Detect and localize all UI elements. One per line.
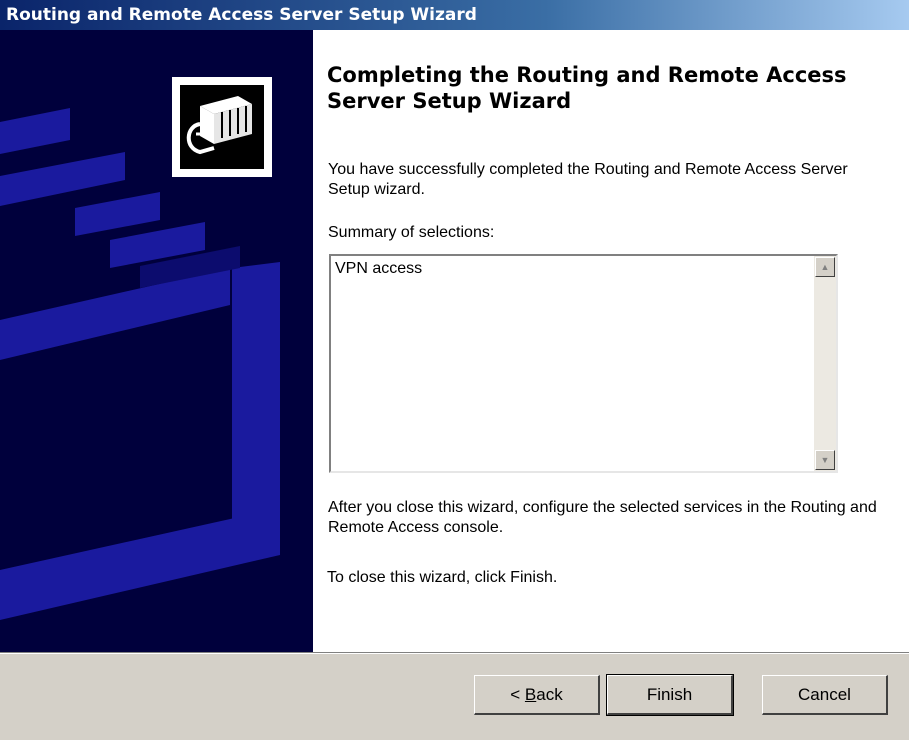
back-button-mnemonic: B — [524, 685, 537, 704]
cancel-button-label: Cancel — [798, 685, 851, 704]
page-heading: Completing the Routing and Remote Access… — [327, 63, 847, 113]
wizard-content: Completing the Routing and Remote Access… — [313, 30, 909, 652]
window-title-bar[interactable]: Routing and Remote Access Server Setup W… — [0, 0, 909, 30]
finish-button[interactable]: Finish — [606, 674, 734, 716]
summary-listbox[interactable]: VPN access ▲ ▼ — [329, 254, 838, 473]
wizard-banner — [0, 30, 313, 652]
network-plug-icon — [172, 77, 272, 177]
banner-artwork — [0, 77, 280, 620]
back-button[interactable]: < Back — [474, 675, 600, 715]
vertical-scrollbar[interactable]: ▲ ▼ — [814, 256, 836, 471]
button-bar-divider — [0, 652, 909, 654]
back-button-prefix: < — [510, 685, 525, 704]
scroll-down-arrow-icon[interactable]: ▼ — [815, 450, 835, 470]
success-message: You have successfully completed the Rout… — [328, 161, 848, 198]
back-button-label: ack — [536, 685, 563, 704]
after-close-message: After you close this wizard, configure t… — [328, 499, 877, 536]
list-item[interactable]: VPN access — [335, 260, 422, 278]
scroll-up-arrow-icon[interactable]: ▲ — [815, 257, 835, 277]
finish-button-label: Finish — [646, 685, 693, 704]
close-instruction: To close this wizard, click Finish. — [327, 569, 558, 586]
summary-label: Summary of selections: — [328, 224, 495, 241]
window-title: Routing and Remote Access Server Setup W… — [6, 5, 477, 25]
cancel-button[interactable]: Cancel — [762, 675, 888, 715]
